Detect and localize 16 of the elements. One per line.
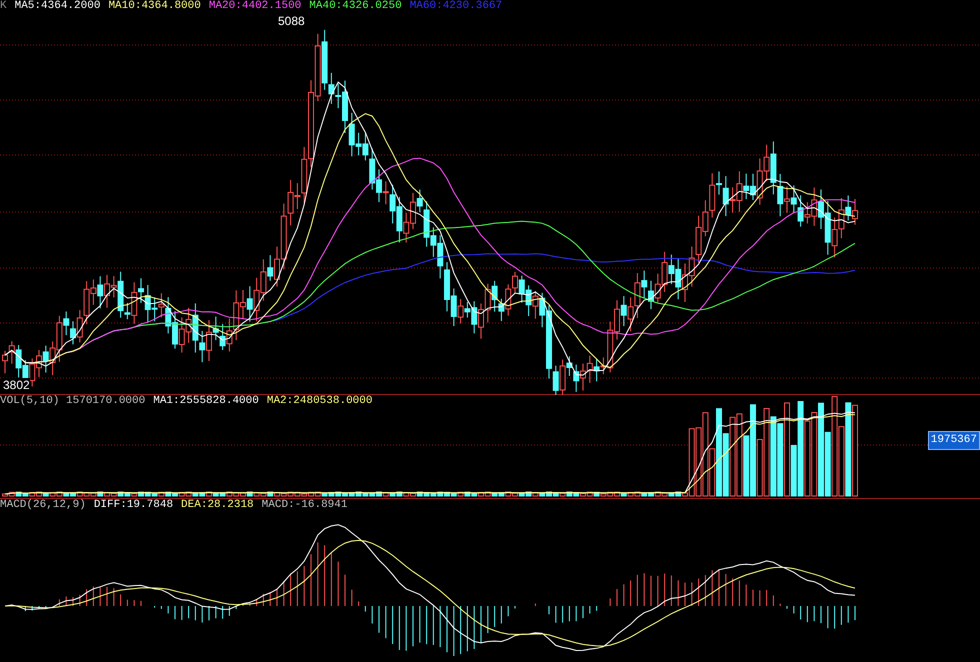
legend-label: MA10:4364.8000: [108, 0, 201, 12]
high-price-label: 5088: [278, 13, 305, 30]
legend-label: MA1:2555828.4000: [153, 395, 259, 407]
legend-label: VOL(5,10) 1570170.0000: [0, 395, 146, 407]
legend-label: MA5:4364.2000: [14, 0, 100, 12]
legend-label: MACD(26,12,9): [0, 499, 86, 511]
legend-label: MA2:2480538.0000: [266, 395, 372, 407]
legend-label: K: [0, 0, 7, 12]
legend-label: DIFF:19.7848: [94, 499, 174, 511]
legend-label: DEA:28.2318: [181, 499, 254, 511]
volume-value-tag: 1975367: [928, 431, 980, 450]
legend-label: MA40:4326.0250: [309, 0, 402, 12]
legend-label: MA20:4402.1500: [208, 0, 302, 12]
legend-label: MA60:4230.3667: [410, 0, 502, 12]
legend-label: MACD:-16.8941: [262, 499, 348, 511]
low-price-label: 3802: [3, 378, 30, 392]
